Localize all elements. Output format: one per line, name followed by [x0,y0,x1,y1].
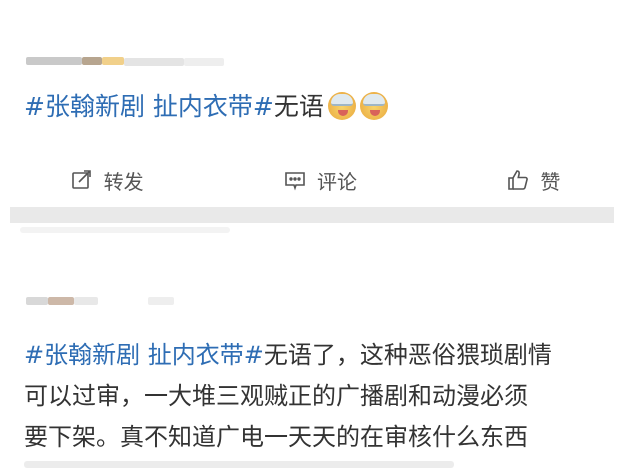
comment-icon [285,172,305,191]
repost-icon [71,170,91,189]
post-1-body: 无语 [273,92,324,121]
faint-header-blur [20,227,230,233]
username-blurred[interactable] [26,55,256,67]
post-2-line-1: #张翰新剧 扯内衣带#无语了，这种恶俗猥琐剧情 [24,335,624,376]
sick-face-emoji-icon [359,92,388,120]
comment-label: 评论 [316,169,357,194]
post-2-line-1-text: 无语了，这种恶俗猥琐剧情 [263,341,552,369]
like-button[interactable]: 赞 [427,166,640,195]
thumbs-up-icon [508,170,529,190]
sick-face-emoji-icon [327,92,356,120]
comment-button[interactable]: 评论 [213,166,426,195]
hashtag-link[interactable]: #张翰新剧 扯内衣带# [24,92,274,121]
post-card-1: #张翰新剧 扯内衣带#无语 转发 评论 赞 [0,0,640,206]
cut-off-line-blur [24,461,454,468]
post-1-actions: 转发 评论 赞 [0,152,640,208]
post-card-2: #张翰新剧 扯内衣带#无语了，这种恶俗猥琐剧情 可以过审，一大堆三观贼正的广播剧… [0,223,640,468]
repost-label: 转发 [103,169,144,194]
post-2-line-3: 要下架。真不知道广电一天天的在审核什么东西 [24,423,528,451]
like-label: 赞 [540,169,561,194]
post-2-line-2: 可以过审，一大堆三观贼正的广播剧和动漫必须 [24,382,528,410]
post-1-text: #张翰新剧 扯内衣带#无语 [24,88,388,126]
username-blurred[interactable] [26,297,186,307]
repost-button[interactable]: 转发 [0,166,213,195]
hashtag-link[interactable]: #张翰新剧 扯内衣带# [24,341,264,369]
post-2-text: #张翰新剧 扯内衣带#无语了，这种恶俗猥琐剧情 可以过审，一大堆三观贼正的广播剧… [24,335,624,458]
feed-divider [10,207,614,223]
